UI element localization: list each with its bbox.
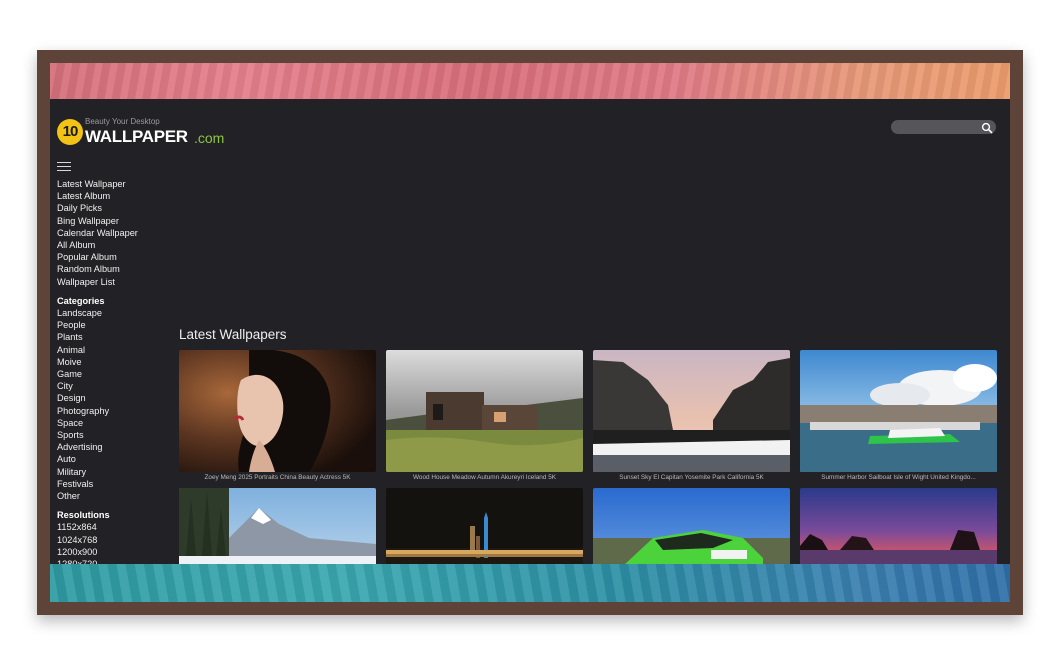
wallpaper-caption: Summer Harbor Sailboat Isle of Wight Uni… xyxy=(821,474,976,481)
search-box xyxy=(891,120,996,134)
category-space[interactable]: Space xyxy=(57,417,167,429)
nav-popular-album[interactable]: Popular Album xyxy=(57,251,167,263)
hamburger-menu-icon[interactable] xyxy=(57,162,71,172)
category-design[interactable]: Design xyxy=(57,392,167,404)
wallpaper-thumbnail-green-car xyxy=(593,488,790,565)
resolutions-heading: Resolutions xyxy=(57,510,110,521)
category-festivals[interactable]: Festivals xyxy=(57,478,167,490)
wallpaper-card[interactable] xyxy=(800,488,997,565)
wallpaper-caption: Zoey Meng 2025 Portraits China Beauty Ac… xyxy=(204,474,351,481)
category-game[interactable]: Game xyxy=(57,368,167,380)
website-screenshot: 10 Beauty Your Desktop WALLPAPER .com La… xyxy=(50,99,1010,565)
resolution-1200x900[interactable]: 1200x900 xyxy=(57,546,167,558)
categories-list: Landscape People Plants Animal Moive Gam… xyxy=(57,307,167,502)
category-advertising[interactable]: Advertising xyxy=(57,441,167,453)
resolutions-list: 1152x864 1024x768 1200x900 1280x720 xyxy=(57,521,167,565)
wallpaper-card[interactable]: Zoey Meng 2025 Portraits China Beauty Ac… xyxy=(179,350,376,481)
nav-daily-picks[interactable]: Daily Picks xyxy=(57,202,167,214)
search-input[interactable] xyxy=(897,121,977,133)
watercolor-mat-top xyxy=(50,63,1010,99)
wallpaper-thumbnail-portrait xyxy=(179,350,376,472)
nav-latest-album[interactable]: Latest Album xyxy=(57,190,167,202)
wallpaper-thumbnail-sunset-coast xyxy=(800,488,997,565)
search-icon[interactable] xyxy=(981,121,993,134)
wallpaper-thumbnail-city-night xyxy=(386,488,583,565)
wallpaper-thumbnail-snow-mountain xyxy=(179,488,376,565)
sidebar: Latest Wallpaper Latest Album Daily Pick… xyxy=(57,178,167,565)
logo-wordmark: WALLPAPER xyxy=(85,127,188,146)
site-logo[interactable]: 10 Beauty Your Desktop WALLPAPER .com xyxy=(57,117,237,151)
nav-latest-wallpaper[interactable]: Latest Wallpaper xyxy=(57,178,167,190)
wallpaper-thumbnail-el-capitan xyxy=(593,350,790,472)
logo-badge: 10 xyxy=(57,119,83,145)
nav-bing-wallpaper[interactable]: Bing Wallpaper xyxy=(57,215,167,227)
category-auto[interactable]: Auto xyxy=(57,453,167,465)
nav-list: Latest Wallpaper Latest Album Daily Pick… xyxy=(57,178,167,288)
wallpaper-thumbnail-wood-house xyxy=(386,350,583,472)
category-landscape[interactable]: Landscape xyxy=(57,307,167,319)
nav-random-album[interactable]: Random Album xyxy=(57,263,167,275)
category-military[interactable]: Military xyxy=(57,466,167,478)
category-people[interactable]: People xyxy=(57,319,167,331)
wallpaper-thumbnail-harbor xyxy=(800,350,997,472)
wallpaper-card[interactable] xyxy=(386,488,583,565)
category-photography[interactable]: Photography xyxy=(57,405,167,417)
logo-tld: .com xyxy=(194,130,225,146)
category-moive[interactable]: Moive xyxy=(57,356,167,368)
category-city[interactable]: City xyxy=(57,380,167,392)
resolution-1152x864[interactable]: 1152x864 xyxy=(57,521,167,533)
wallpaper-card[interactable] xyxy=(593,488,790,565)
nav-calendar-wallpaper[interactable]: Calendar Wallpaper xyxy=(57,227,167,239)
wallpaper-card[interactable]: Wood House Meadow Autumn Akureyri Icelan… xyxy=(386,350,583,481)
picture-frame: 10 Beauty Your Desktop WALLPAPER .com La… xyxy=(37,50,1023,615)
category-plants[interactable]: Plants xyxy=(57,331,167,343)
wallpaper-caption: Wood House Meadow Autumn Akureyri Icelan… xyxy=(412,474,557,481)
resolution-1024x768[interactable]: 1024x768 xyxy=(57,534,167,546)
section-title: Latest Wallpapers xyxy=(179,327,287,342)
logo-tagline: Beauty Your Desktop xyxy=(85,117,160,126)
wallpaper-card[interactable] xyxy=(179,488,376,565)
wallpaper-caption: Sunset Sky El Capitan Yosemite Park Cali… xyxy=(619,474,764,481)
wallpaper-card[interactable]: Sunset Sky El Capitan Yosemite Park Cali… xyxy=(593,350,790,481)
category-other[interactable]: Other xyxy=(57,490,167,502)
wallpaper-card[interactable]: Summer Harbor Sailboat Isle of Wight Uni… xyxy=(800,350,997,481)
watercolor-mat-bottom xyxy=(50,564,1010,602)
categories-heading: Categories xyxy=(57,295,105,306)
nav-all-album[interactable]: All Album xyxy=(57,239,167,251)
category-animal[interactable]: Animal xyxy=(57,344,167,356)
nav-wallpaper-list[interactable]: Wallpaper List xyxy=(57,276,167,288)
category-sports[interactable]: Sports xyxy=(57,429,167,441)
